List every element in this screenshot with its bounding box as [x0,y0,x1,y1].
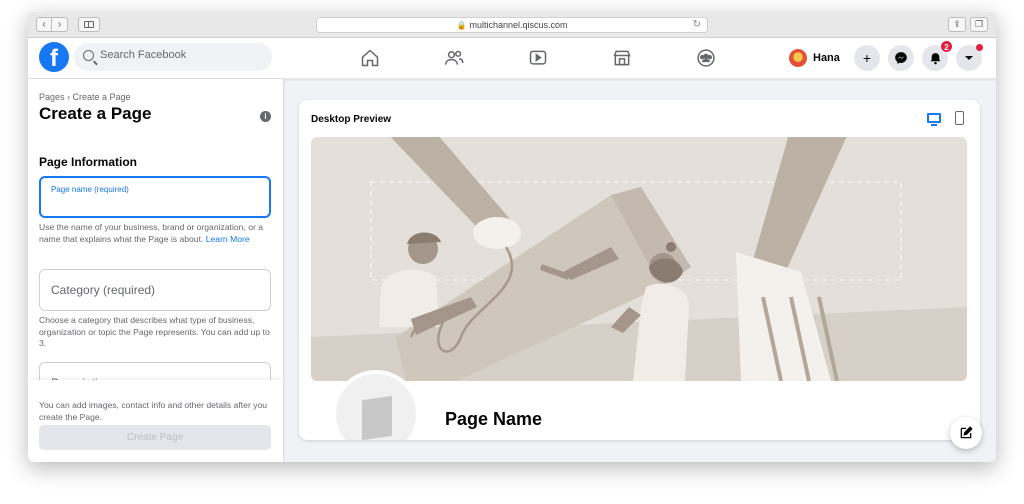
section-heading: Page Information [39,155,138,169]
preview-title: Desktop Preview [311,114,392,125]
category-help: Choose a category that describes what ty… [39,315,270,348]
info-icon[interactable]: i [260,111,271,122]
nav-friends[interactable] [412,38,496,78]
share-icon[interactable]: ⇪ [948,17,966,32]
messenger-icon [895,52,907,64]
marketplace-icon [613,50,631,66]
groups-icon [697,49,715,67]
nav-marketplace[interactable] [580,38,664,78]
address-bar[interactable]: 🔒 multichannel.qiscus.com ↻ [316,17,708,33]
page-name-help: Use the name of your business, brand or … [39,222,264,244]
browser-toolbar: ‹ › 🔒 multichannel.qiscus.com ↻ ⇪ ❐ [28,12,996,38]
preview-page-name: Page Name [445,409,543,429]
page-title: Create a Page [39,104,152,123]
mobile-icon[interactable] [955,111,964,125]
friends-icon [444,50,464,65]
search-icon [83,50,94,61]
caret-down-icon [965,56,973,60]
alert-dot [976,44,983,51]
search-box[interactable] [74,43,272,71]
create-page-form: Pages › Create a Page Create a Page i Pa… [28,79,283,462]
search-input[interactable] [100,49,260,61]
watch-icon [529,50,547,65]
facebook-topbar: f Hana + [28,38,996,79]
desktop-icon[interactable] [927,113,941,126]
history-buttons: ‹ › [36,17,68,32]
lock-icon: 🔒 [456,21,467,30]
create-button[interactable]: + [854,45,880,71]
sidebar-toggle-icon[interactable] [78,17,100,32]
bell-icon [930,52,940,64]
nav-groups[interactable] [664,38,748,78]
reload-icon[interactable]: ↻ [693,18,701,32]
browser-actions: ⇪ ❐ [948,17,988,32]
desktop-preview-card: Desktop Preview Page Name [299,100,980,440]
plus-icon: + [862,50,872,66]
edit-button[interactable] [950,417,982,449]
messenger-button[interactable] [888,45,914,71]
cover-photo[interactable] [311,137,967,381]
breadcrumb: Pages › Create a Page [39,92,131,102]
cover-illustration [311,137,967,381]
page-name-label: Page name (required) [51,185,129,194]
page-name-field[interactable]: Page name (required) [39,176,271,218]
main-nav [328,38,748,78]
profile-chip[interactable]: Hana [786,45,848,70]
home-icon [361,49,379,67]
account-menu-button[interactable] [956,44,983,71]
category-field[interactable]: Category (required) [39,269,271,311]
browser-window: ‹ › 🔒 multichannel.qiscus.com ↻ ⇪ ❐ f Se… [28,12,996,462]
forward-icon[interactable]: › [52,17,68,32]
notifications-button[interactable]: 2 [922,40,953,71]
user-name: Hana [813,51,840,64]
back-icon[interactable]: ‹ [36,17,52,32]
learn-more-link[interactable]: Learn More [206,234,250,244]
nav-home[interactable] [328,38,412,78]
avatar [789,48,807,67]
url-text: multichannel.qiscus.com [469,20,568,30]
create-page-button[interactable]: Create Page [39,425,271,450]
nav-watch[interactable] [496,38,580,78]
edit-icon [960,426,973,439]
facebook-logo-icon[interactable]: f [39,42,69,72]
notification-badge: 2 [940,40,953,53]
tabs-icon[interactable]: ❐ [970,17,988,32]
category-label: Category (required) [51,283,156,297]
description-help: You can add images, contact info and oth… [39,400,268,422]
